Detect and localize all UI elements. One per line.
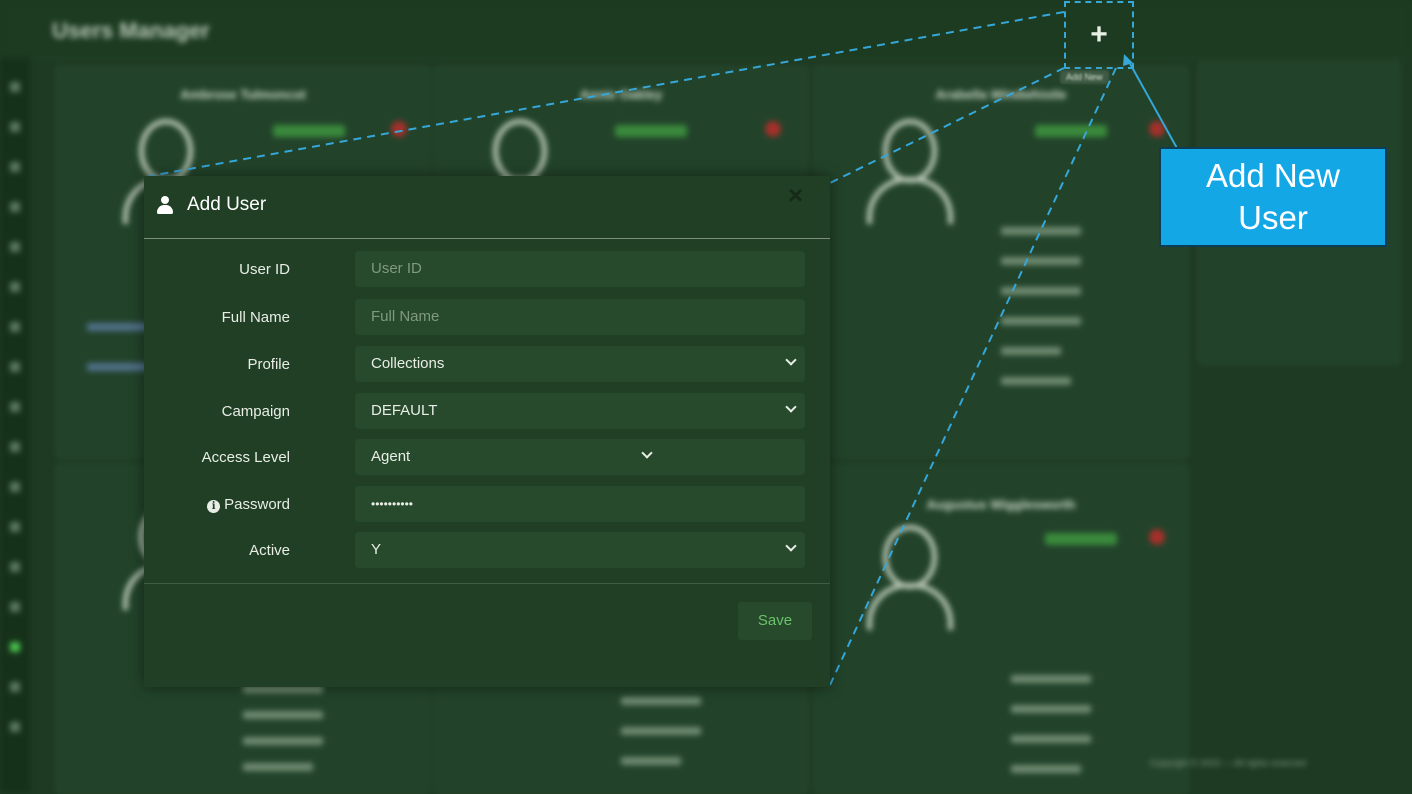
status-badge bbox=[615, 125, 687, 137]
chevron-down-icon bbox=[641, 447, 653, 459]
plus-icon: + bbox=[1090, 18, 1108, 51]
campaign-select[interactable]: DEFAULT bbox=[355, 393, 805, 429]
active-label: Active bbox=[249, 542, 290, 559]
card-user-name: Annie Oakley bbox=[579, 87, 663, 102]
password-row: i Password •••••••••• bbox=[144, 486, 830, 522]
nav-icon[interactable] bbox=[10, 522, 20, 532]
nav-icon[interactable] bbox=[10, 242, 20, 252]
campaign-item bbox=[1001, 347, 1061, 355]
password-label: i Password bbox=[207, 496, 290, 513]
access-level-select[interactable]: Agent bbox=[355, 439, 661, 475]
campaign-item bbox=[1011, 675, 1091, 683]
dialog-header: Add User × bbox=[144, 176, 830, 239]
status-badge bbox=[1045, 533, 1117, 545]
status-dot bbox=[765, 121, 781, 137]
active-value: Y bbox=[371, 541, 382, 558]
status-dot bbox=[1149, 121, 1165, 137]
app-title: Users Manager bbox=[52, 18, 210, 43]
add-tooltip: Add New bbox=[1060, 70, 1109, 84]
info-icon[interactable]: i bbox=[207, 500, 221, 513]
chevron-down-icon bbox=[785, 401, 797, 413]
close-button[interactable]: × bbox=[788, 180, 803, 211]
chevron-down-icon bbox=[785, 540, 797, 552]
status-badge bbox=[273, 125, 345, 137]
profile-row: Profile Collections bbox=[144, 346, 830, 382]
dialog-title: Add User bbox=[187, 194, 267, 215]
status-dot bbox=[391, 121, 407, 137]
left-rail bbox=[0, 58, 30, 792]
active-row: Active Y bbox=[144, 532, 830, 568]
nav-icon[interactable] bbox=[10, 282, 20, 292]
card-user-name: Ambrose Tulmoncot bbox=[180, 87, 306, 102]
card-user-name: Arabella Windwhistle bbox=[935, 87, 1067, 102]
callout-text: Add New User bbox=[1206, 157, 1340, 236]
access-level-field: Agent bbox=[355, 439, 805, 475]
access-level-row: Access Level Agent bbox=[144, 439, 830, 475]
nav-icon[interactable] bbox=[10, 122, 20, 132]
campaign-item bbox=[1001, 257, 1081, 265]
nav-icon[interactable] bbox=[10, 202, 20, 212]
full-name-label: Full Name bbox=[221, 309, 290, 326]
user-id-label: User ID bbox=[239, 261, 290, 278]
campaign-item bbox=[1001, 227, 1081, 235]
status-badge bbox=[1035, 125, 1107, 137]
save-button[interactable]: Save bbox=[738, 602, 812, 640]
campaign-item bbox=[621, 757, 681, 765]
access-level-value: Agent bbox=[371, 448, 411, 465]
callout-label: Add New User bbox=[1159, 147, 1387, 247]
campaign-item bbox=[621, 697, 701, 705]
campaign-label: Campaign bbox=[221, 403, 290, 420]
profile-label: Profile bbox=[247, 356, 290, 373]
campaign-item bbox=[1011, 705, 1091, 713]
campaign-item bbox=[243, 763, 313, 771]
nav-icon[interactable] bbox=[10, 602, 20, 612]
add-user-dialog: Add User × User ID User ID Full Name Ful… bbox=[144, 176, 830, 687]
nav-icon[interactable] bbox=[10, 362, 20, 372]
user-icon bbox=[157, 196, 173, 214]
nav-icon[interactable] bbox=[10, 322, 20, 332]
nav-icon[interactable] bbox=[10, 82, 20, 92]
avatar bbox=[865, 525, 953, 635]
user-id-row: User ID User ID bbox=[144, 251, 830, 287]
chevron-down-icon bbox=[785, 354, 797, 366]
campaign-item bbox=[243, 711, 323, 719]
campaign-item bbox=[1001, 287, 1081, 295]
card-user-name: Augustus Wigglesworth bbox=[926, 497, 1076, 512]
profile-select[interactable]: Collections bbox=[355, 346, 805, 382]
access-level-label: Access Level bbox=[201, 449, 290, 466]
campaign-item bbox=[1011, 765, 1081, 773]
avatar bbox=[865, 119, 953, 229]
campaign-item bbox=[621, 727, 701, 735]
user-card[interactable]: Augustus Wigglesworth bbox=[814, 464, 1188, 794]
campaign-item bbox=[243, 737, 323, 745]
campaign-row: Campaign DEFAULT bbox=[144, 393, 830, 429]
campaign-item bbox=[1011, 735, 1091, 743]
nav-icon[interactable] bbox=[10, 642, 20, 652]
profile-value: Collections bbox=[371, 355, 445, 372]
campaign-item bbox=[1001, 317, 1081, 325]
add-user-button[interactable]: + bbox=[1064, 1, 1134, 69]
user-card[interactable]: Arabella Windwhistle bbox=[814, 66, 1188, 458]
nav-icon[interactable] bbox=[10, 402, 20, 412]
dialog-divider bbox=[144, 583, 830, 584]
active-select[interactable]: Y bbox=[355, 532, 805, 568]
campaign-value: DEFAULT bbox=[371, 402, 438, 419]
nav-icon[interactable] bbox=[10, 722, 20, 732]
nav-icon[interactable] bbox=[10, 162, 20, 172]
nav-icon[interactable] bbox=[10, 562, 20, 572]
nav-icon[interactable] bbox=[10, 682, 20, 692]
nav-icon[interactable] bbox=[10, 442, 20, 452]
password-input[interactable]: •••••••••• bbox=[355, 486, 805, 522]
footer-text: Copyright © 2023 — All rights reserved bbox=[1150, 758, 1306, 768]
full-name-row: Full Name Full Name bbox=[144, 299, 830, 335]
password-label-text: Password bbox=[224, 496, 290, 513]
campaign-item bbox=[1001, 377, 1071, 385]
nav-icon[interactable] bbox=[10, 482, 20, 492]
status-dot bbox=[1149, 529, 1165, 545]
full-name-input[interactable]: Full Name bbox=[355, 299, 805, 335]
user-id-input[interactable]: User ID bbox=[355, 251, 805, 287]
top-bar: Users Manager bbox=[0, 0, 1412, 59]
